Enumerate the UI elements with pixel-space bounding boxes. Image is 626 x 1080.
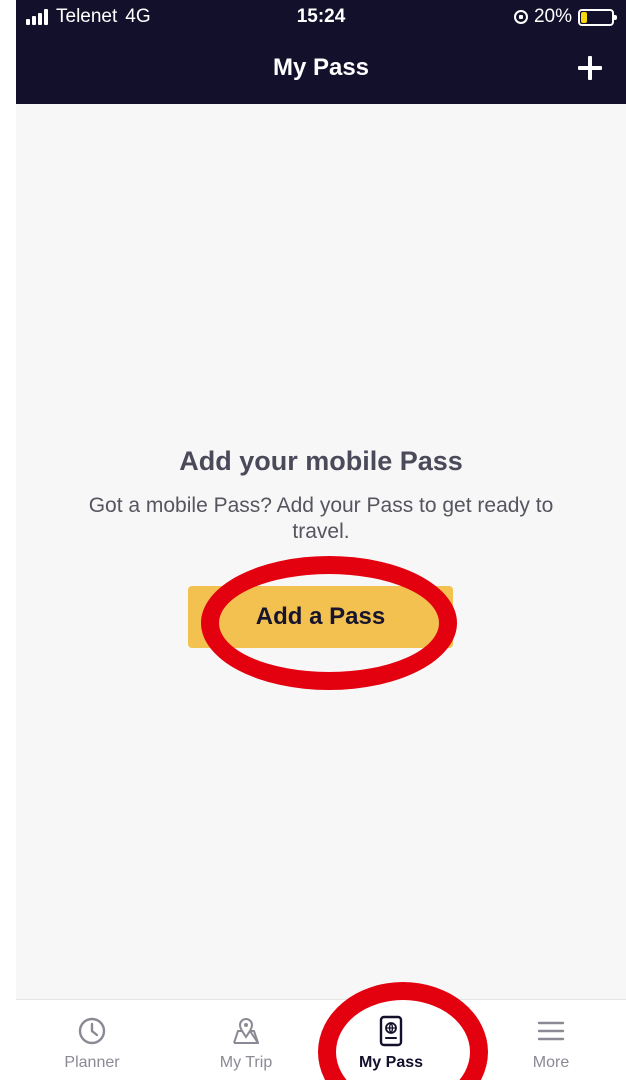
empty-state: Add your mobile Pass Got a mobile Pass? … [16, 446, 626, 545]
tab-planner[interactable]: Planner [32, 1014, 152, 1076]
battery-icon [578, 8, 617, 26]
tab-label-my-pass: My Pass [358, 1054, 424, 1071]
map-pin-icon [229, 1014, 263, 1048]
tab-label-more: More [532, 1054, 570, 1071]
clock-icon [75, 1014, 109, 1048]
empty-state-title: Add your mobile Pass [179, 446, 463, 476]
empty-state-description: Got a mobile Pass? Add your Pass to get … [88, 494, 554, 543]
app-header: My Pass [16, 36, 626, 104]
bottom-tab-bar: Planner My Trip My Pass More [16, 999, 626, 1080]
tab-label-my-trip: My Trip [219, 1054, 273, 1071]
tab-label-planner: Planner [64, 1054, 120, 1071]
tab-my-pass[interactable]: My Pass [331, 1014, 451, 1076]
status-right: 20% [513, 6, 617, 28]
app-screen: Telenet 4G 15:24 20% My Pass Add your mo… [16, 0, 626, 1080]
tab-more[interactable]: More [491, 1014, 611, 1076]
menu-icon [534, 1014, 568, 1048]
battery-percent: 20% [533, 6, 572, 27]
add-a-pass-button[interactable]: Add a Pass [188, 586, 453, 648]
battery-fill [581, 11, 587, 23]
plus-icon [578, 56, 602, 80]
page-title: My Pass [272, 54, 370, 81]
passport-icon [374, 1014, 408, 1048]
status-bar: Telenet 4G 15:24 20% [16, 0, 626, 36]
tab-my-trip[interactable]: My Trip [186, 1014, 306, 1076]
orientation-lock-icon [513, 10, 528, 24]
add-pass-header-button[interactable] [568, 46, 612, 90]
